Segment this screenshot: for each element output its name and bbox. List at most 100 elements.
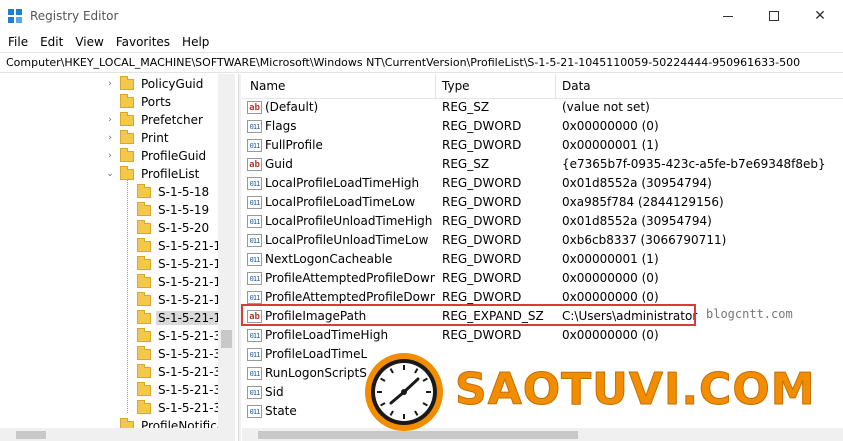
value-type: REG_DWORD [442, 176, 522, 190]
list-horizontal-scrollbar[interactable] [242, 428, 843, 441]
folder-icon [120, 147, 134, 162]
binary-value-icon: 011 [247, 120, 262, 133]
value-data: 0x00000000 (0) [562, 119, 659, 133]
address-bar[interactable]: Computer\HKEY_LOCAL_MACHINE\SOFTWARE\Mic… [0, 52, 843, 73]
column-header-type[interactable]: Type [436, 74, 556, 98]
tree-item-label: Prefetcher [141, 113, 203, 127]
tree-item[interactable]: S-1-5-21-38 [137, 363, 231, 381]
menu-view[interactable]: View [69, 35, 109, 49]
tree-item[interactable]: › ProfileGuid [108, 147, 208, 165]
tree-item[interactable]: S-1-5-21-38 [137, 327, 231, 345]
close-icon: ✕ [814, 8, 826, 24]
menu-edit[interactable]: Edit [34, 35, 69, 49]
maximize-icon [769, 11, 779, 21]
expand-arrow-icon[interactable]: › [105, 79, 115, 89]
tree-item[interactable]: S-1-5-21-10 [137, 273, 231, 291]
tree-item-label: ProfileList [141, 167, 200, 181]
menu-bar: File Edit View Favorites Help [0, 32, 843, 52]
folder-icon [137, 219, 151, 234]
value-row[interactable]: ab Guid REG_SZ {e7365b7f-0935-423c-a5fe-b7e… [242, 155, 843, 174]
binary-value-icon: 011 [247, 139, 262, 152]
clock-logo-icon [365, 353, 443, 431]
binary-value-icon: 011 [247, 329, 262, 342]
value-name: Flags [265, 119, 297, 133]
tree-item[interactable]: S-1-5-19 [137, 201, 211, 219]
tree-item[interactable]: S-1-5-21-10 [137, 291, 231, 309]
value-row[interactable]: 011 NextLogonCacheable REG_DWORD 0x00000001… [242, 250, 843, 269]
tree-vertical-scrollbar[interactable] [218, 74, 235, 430]
tree-item[interactable]: S-1-5-21-38 [137, 381, 231, 399]
maximize-button[interactable] [751, 0, 797, 32]
tree-item[interactable]: S-1-5-21-38 [137, 399, 231, 417]
expand-arrow-icon[interactable]: › [105, 133, 115, 143]
value-data: 0x00000001 (1) [562, 252, 659, 266]
value-data: 0xb6cb8337 (3066790711) [562, 233, 727, 247]
tree-item[interactable]: S-1-5-20 [137, 219, 211, 237]
tree-item[interactable]: S-1-5-21-10 [137, 309, 231, 327]
tree-item-label: ProfileGuid [141, 149, 207, 163]
minimize-button[interactable] [705, 0, 751, 32]
value-name: NextLogonCacheable [265, 252, 393, 266]
tree-horizontal-scrollbar[interactable] [0, 428, 235, 441]
value-name: ProfileAttemptedProfileDownl... [265, 290, 435, 304]
binary-value-icon: 011 [247, 348, 262, 361]
collapse-arrow-icon[interactable]: ⌄ [105, 169, 115, 179]
value-row[interactable]: ab (Default) REG_SZ (value not set) [242, 98, 843, 117]
value-row[interactable]: 011 ProfileLoadTimeHigh REG_DWORD 0x0000000… [242, 326, 843, 345]
value-row[interactable]: 011 LocalProfileUnloadTimeLow REG_DWORD 0xb… [242, 231, 843, 250]
folder-icon [137, 237, 151, 252]
value-data: 0x00000001 (1) [562, 138, 659, 152]
close-button[interactable]: ✕ [797, 0, 843, 32]
tree-item-label: S-1-5-18 [158, 185, 210, 199]
pane-splitter[interactable] [238, 74, 241, 441]
binary-value-icon: 011 [247, 177, 262, 190]
folder-icon [120, 129, 134, 144]
tree-item[interactable]: ⌄ ProfileList [106, 165, 201, 183]
value-row[interactable]: 011 ProfileLoadTimeL [242, 345, 843, 364]
value-row[interactable]: 011 LocalProfileLoadTimeHigh REG_DWORD 0x01… [242, 174, 843, 193]
tree-item-label: S-1-5-19 [158, 203, 210, 217]
expand-arrow-icon[interactable]: › [105, 151, 115, 161]
value-name: LocalProfileUnloadTimeHigh [265, 214, 433, 228]
expand-arrow-icon[interactable]: › [105, 115, 115, 125]
binary-value-icon: 011 [247, 253, 262, 266]
value-row[interactable]: 011 Flags REG_DWORD 0x00000000 (0) [242, 117, 843, 136]
value-row[interactable]: 011 FullProfile REG_DWORD 0x00000001 (1) [242, 136, 843, 155]
tree-item[interactable]: Ports [120, 93, 173, 111]
tree-item[interactable]: › Print [108, 129, 171, 147]
tree-item-label: Ports [141, 95, 172, 109]
tree-item[interactable]: › Prefetcher [108, 111, 205, 129]
column-header-name[interactable]: Name [242, 74, 436, 98]
tree-item[interactable]: S-1-5-21-38 [137, 345, 231, 363]
folder-icon [137, 345, 151, 360]
value-type: REG_DWORD [442, 328, 522, 342]
value-data: 0x00000000 (0) [562, 290, 659, 304]
tree-item[interactable]: › PolicyGuid [108, 75, 205, 93]
menu-favorites[interactable]: Favorites [110, 35, 176, 49]
binary-value-icon: 011 [247, 196, 262, 209]
value-type: REG_DWORD [442, 214, 522, 228]
folder-icon [137, 183, 151, 198]
tree-scroll-thumb[interactable] [221, 330, 232, 348]
menu-help[interactable]: Help [176, 35, 215, 49]
menu-file[interactable]: File [2, 35, 34, 49]
tree-item-label: PolicyGuid [141, 77, 204, 91]
title-bar: Registry Editor ✕ [0, 0, 843, 32]
tree-hscroll-thumb[interactable] [16, 431, 46, 439]
folder-icon [120, 165, 134, 180]
string-value-icon: ab [247, 101, 262, 114]
value-row[interactable]: 011 ProfileAttemptedProfileDownl... REG_DW… [242, 269, 843, 288]
folder-icon [137, 291, 151, 306]
key-tree[interactable]: › PolicyGuid Ports › Prefetcher › Print › Profil… [0, 74, 234, 430]
folder-icon [137, 363, 151, 378]
highlight-box [241, 304, 696, 326]
tree-item[interactable]: S-1-5-18 [137, 183, 211, 201]
value-row[interactable]: 011 LocalProfileUnloadTimeHigh REG_DWORD 0x… [242, 212, 843, 231]
binary-value-icon: 011 [247, 291, 262, 304]
value-type: REG_DWORD [442, 290, 522, 304]
value-name: (Default) [265, 100, 319, 114]
tree-item[interactable]: S-1-5-21-10 [137, 255, 231, 273]
value-row[interactable]: 011 LocalProfileLoadTimeLow REG_DWORD 0xa98… [242, 193, 843, 212]
tree-item[interactable]: S-1-5-21-10 [137, 237, 231, 255]
column-header-data[interactable]: Data [556, 74, 843, 98]
